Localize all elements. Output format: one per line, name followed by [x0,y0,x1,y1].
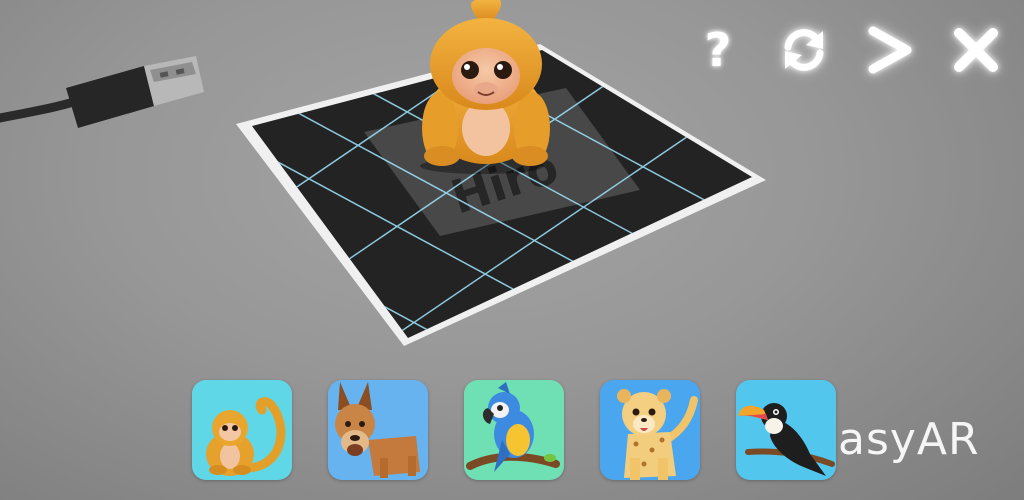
animal-tile-toucan[interactable] [736,380,836,480]
watermark-logo: asyAR [838,414,980,465]
animal-tile-cheetah[interactable] [600,380,700,480]
close-icon [954,28,998,72]
top-controls: ? [690,22,1004,78]
dog-icon [328,380,428,480]
animal-tile-parrot[interactable] [464,380,564,480]
usb-cable [0,56,204,128]
next-icon [868,26,912,74]
parrot-icon [464,380,564,480]
refresh-icon [784,29,824,71]
cheetah-icon [600,380,700,480]
animal-tile-dog[interactable] [328,380,428,480]
help-button[interactable]: ? [690,22,746,78]
next-button[interactable] [862,22,918,78]
animal-selector [192,380,836,480]
refresh-button[interactable] [776,22,832,78]
monkey-icon [192,380,292,480]
animal-tile-monkey[interactable] [192,380,292,480]
close-button[interactable] [948,22,1004,78]
toucan-icon [736,380,836,480]
monkey-3d-model [420,0,550,174]
help-icon: ? [704,23,732,77]
